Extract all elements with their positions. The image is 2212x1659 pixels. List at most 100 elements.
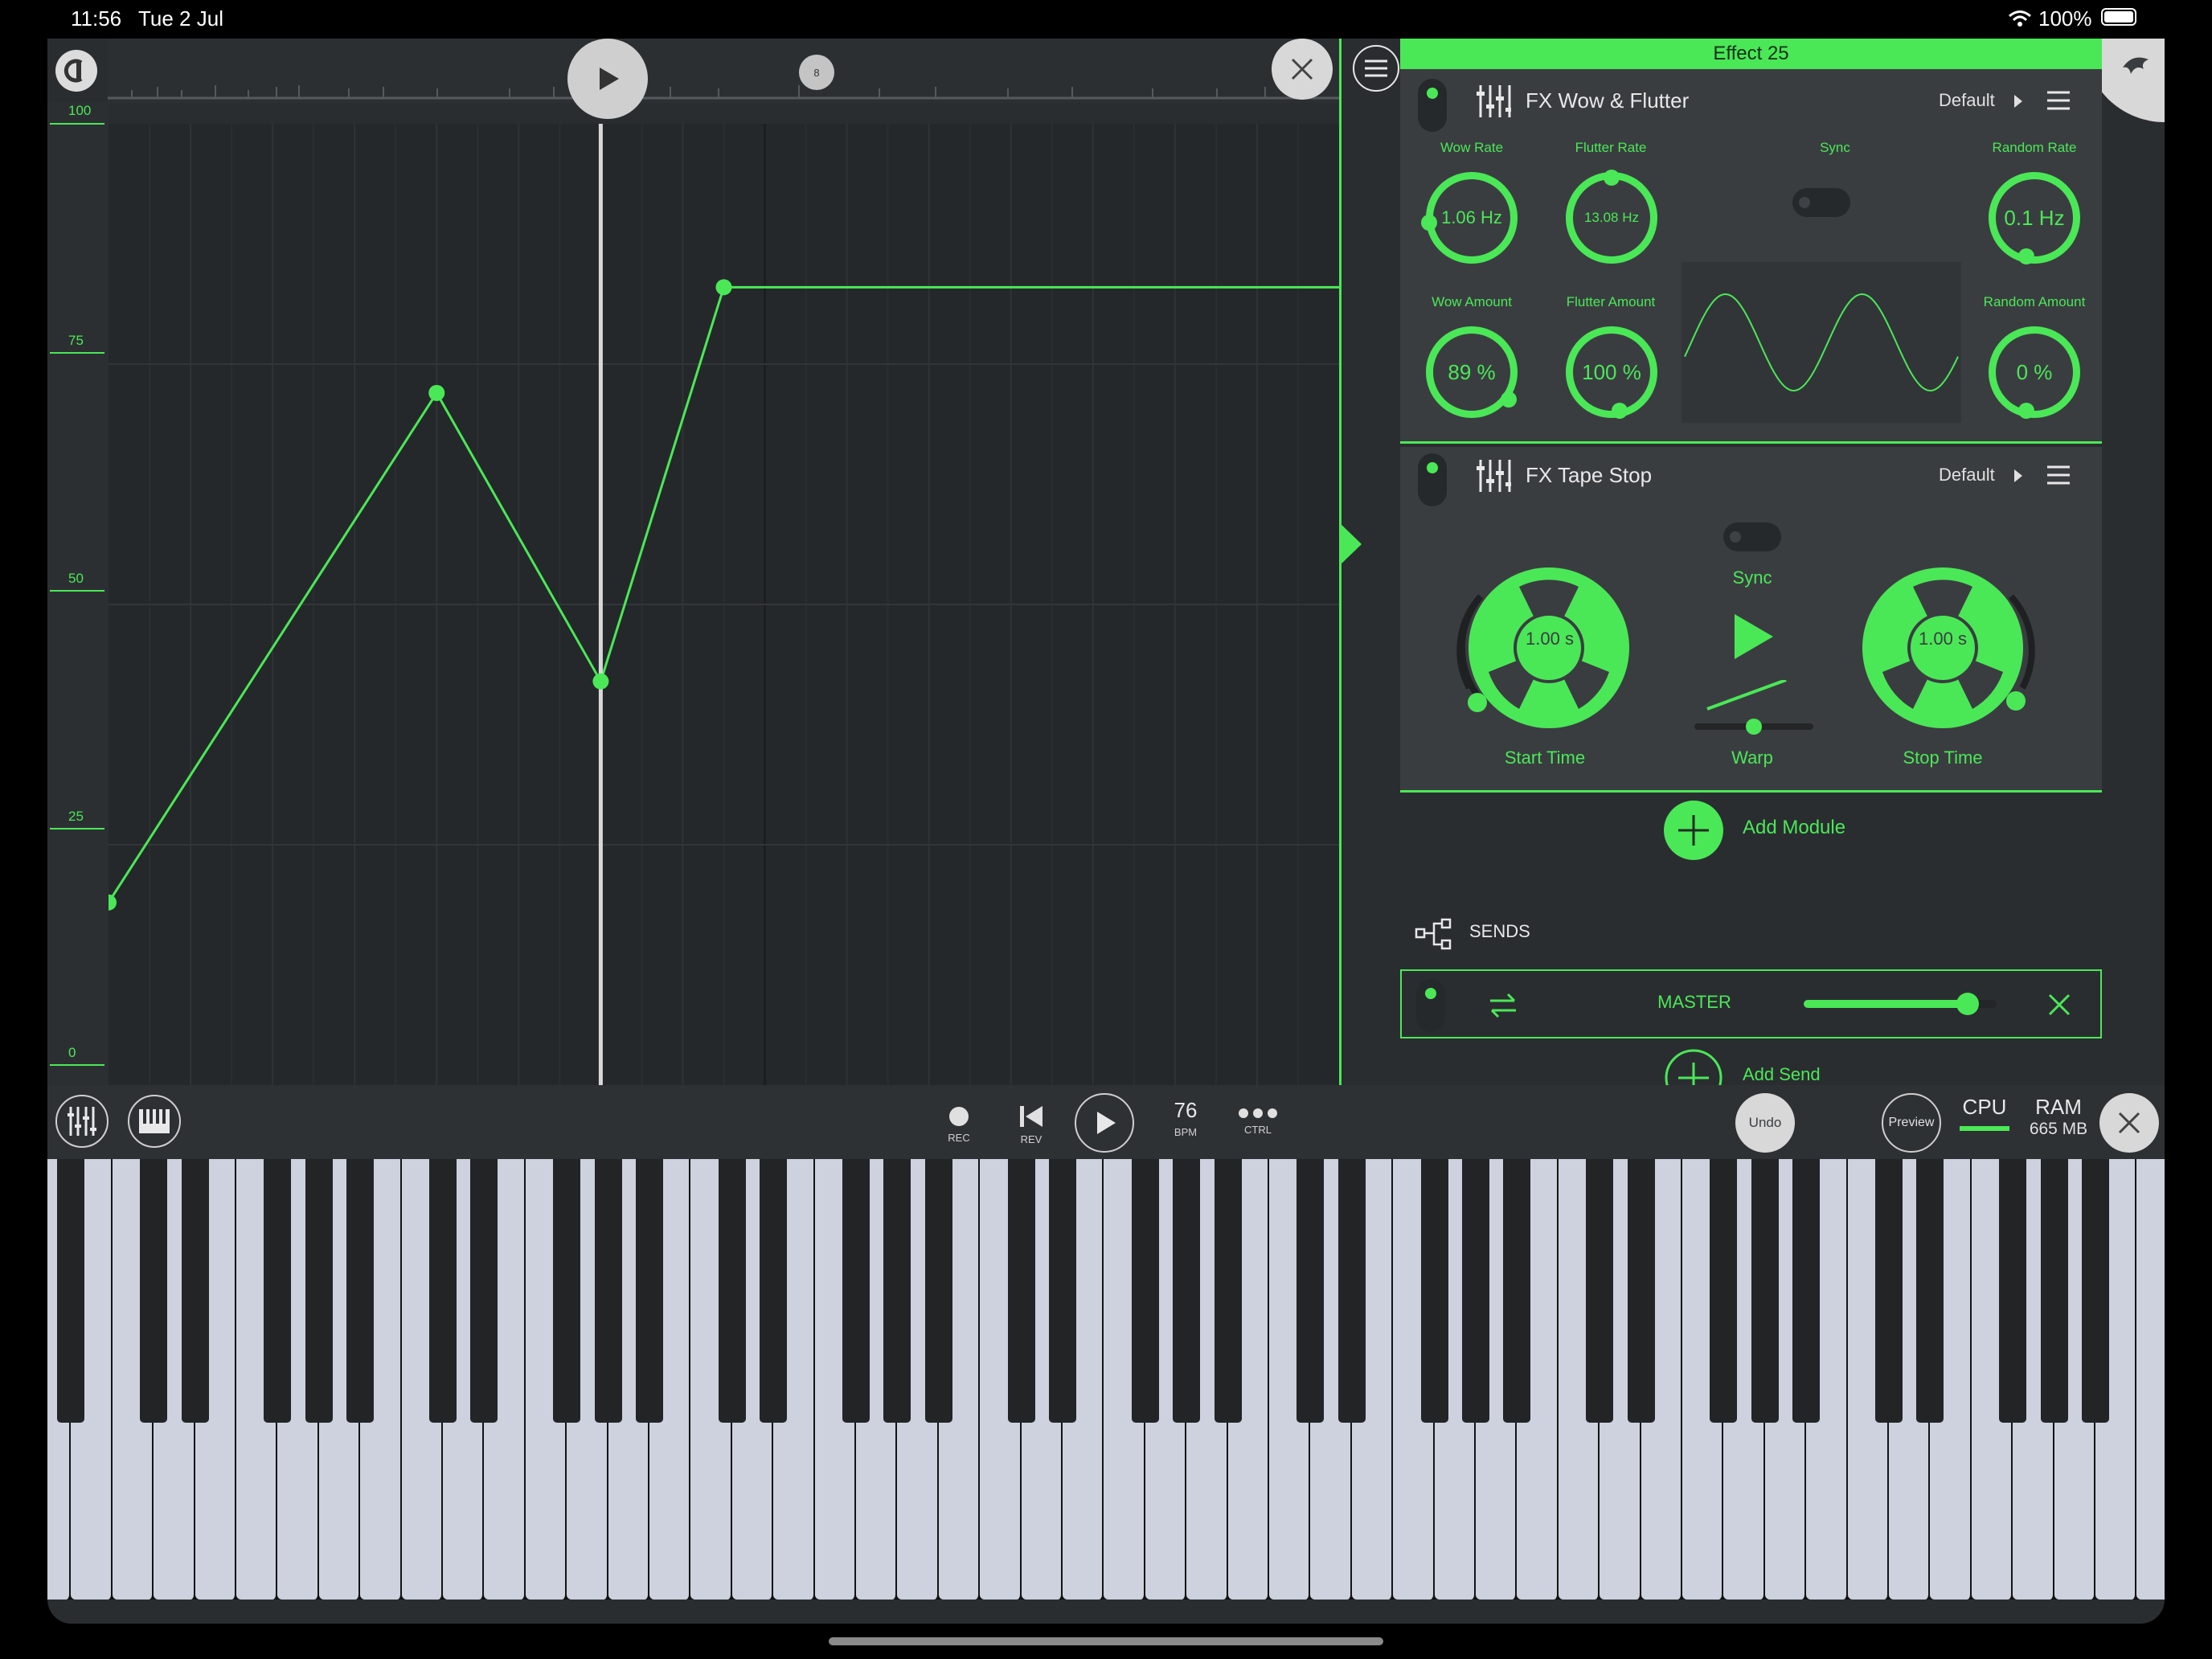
random-amount-knob[interactable]: 0 % [1989,326,2080,419]
automation-grid[interactable] [109,124,1339,1085]
more-dots-icon [1239,1108,1277,1118]
black-key[interactable] [594,1159,622,1423]
black-key[interactable] [1627,1159,1655,1423]
black-key[interactable] [1792,1159,1821,1423]
black-key[interactable] [1131,1159,1159,1423]
timeline-ruler[interactable]: 8 [108,39,1339,103]
mixer-sliders-icon[interactable] [1476,84,1511,119]
piano-roll-button[interactable] [128,1095,181,1148]
close-icon [2118,1112,2140,1134]
swap-arrows-icon[interactable] [1487,992,1519,1019]
scale-label: 100 [68,103,92,118]
rewind-button[interactable]: REV [1007,1104,1055,1145]
module-name: FX Wow & Flutter [1526,88,1690,113]
random-rate-knob[interactable]: 0.1 Hz [1989,172,2080,264]
record-button[interactable]: REC [935,1106,983,1144]
automation-curve[interactable] [109,124,1339,1085]
black-key[interactable] [346,1159,375,1423]
tape-stop-play-icon[interactable] [1731,612,1775,661]
black-key[interactable] [1007,1159,1035,1423]
black-key[interactable] [760,1159,788,1423]
automation-point[interactable] [592,673,609,690]
black-key[interactable] [1875,1159,1903,1423]
black-key[interactable] [1049,1159,1076,1423]
black-key[interactable] [305,1159,333,1423]
preview-button[interactable]: Preview [1882,1093,1941,1153]
black-key[interactable] [181,1159,209,1423]
knob-value: 100 % [1582,359,1641,384]
close-keyboard-button[interactable] [2099,1093,2159,1153]
mixer-sliders-icon[interactable] [1476,458,1511,494]
wow-amount-knob[interactable]: 89 % [1426,326,1518,418]
collapse-panel-arrow-icon[interactable] [1339,522,1362,566]
module-power-toggle[interactable] [1418,453,1447,506]
black-key[interactable] [1296,1159,1325,1423]
black-key[interactable] [429,1159,457,1423]
black-key[interactable] [553,1159,581,1423]
loop-marker[interactable]: 8 [799,55,834,90]
add-module-button[interactable] [1664,801,1723,860]
black-key[interactable] [1999,1159,2027,1423]
hamburger-icon [1365,59,1387,77]
white-key[interactable] [2136,1159,2165,1600]
black-key[interactable] [57,1159,85,1423]
mixer-button[interactable] [55,1095,109,1148]
black-key[interactable] [1420,1159,1448,1423]
black-key[interactable] [1462,1159,1489,1423]
black-key[interactable] [924,1159,952,1423]
add-module-label[interactable]: Add Module [1743,817,1845,839]
black-key[interactable] [1503,1159,1531,1423]
sync-toggle[interactable] [1792,188,1850,217]
black-key[interactable] [842,1159,870,1423]
automation-point[interactable] [428,384,445,401]
close-editor-button[interactable] [1272,39,1333,100]
flutter-amount-knob[interactable]: 100 % [1566,326,1657,419]
tape-sync-toggle[interactable] [1723,522,1781,551]
play-automation-button[interactable] [567,39,648,119]
panel-menu-button[interactable] [1353,45,1399,92]
black-key[interactable] [264,1159,292,1423]
preset-selector[interactable]: Default [1939,90,1995,111]
black-key[interactable] [140,1159,168,1423]
sync-label: Sync [1820,140,1850,155]
tempo-display[interactable]: 76 BPM [1153,1098,1218,1138]
module-menu-icon[interactable] [2046,90,2071,111]
black-key[interactable] [718,1159,746,1423]
black-key[interactable] [2040,1159,2068,1423]
send-power-toggle[interactable] [1416,979,1445,1032]
black-key[interactable] [1214,1159,1242,1423]
remove-send-icon[interactable] [2046,992,2072,1018]
preset-arrow-icon[interactable] [2013,93,2024,109]
transport-play-button[interactable] [1075,1093,1134,1153]
app-logo-button[interactable] [55,50,97,92]
wifi-icon [2009,10,2031,27]
black-key[interactable] [1751,1159,1779,1423]
knob-label: Flutter Amount [1566,294,1656,309]
black-key[interactable] [1916,1159,1944,1423]
controls-button[interactable]: CTRL [1226,1108,1290,1136]
automation-point[interactable] [109,894,117,911]
black-key[interactable] [470,1159,498,1423]
module-power-toggle[interactable] [1418,79,1447,132]
module-menu-icon[interactable] [2046,465,2071,485]
black-key[interactable] [636,1159,663,1423]
wow-rate-knob[interactable]: 1.06 Hz [1421,172,1518,264]
add-send-label[interactable]: Add Send [1743,1064,1821,1085]
black-key[interactable] [1586,1159,1614,1423]
add-send-button[interactable] [1664,1048,1723,1085]
bpm-value: 76 [1174,1098,1198,1122]
preset-selector[interactable]: Default [1939,465,1995,485]
send-level-slider[interactable] [1804,993,1997,1015]
sync-label: Sync [1732,567,1772,588]
undo-button[interactable]: Undo [1735,1093,1795,1153]
piano-keyboard[interactable] [47,1159,2165,1600]
black-key[interactable] [1173,1159,1201,1423]
black-key[interactable] [1710,1159,1738,1423]
black-key[interactable] [883,1159,911,1423]
automation-point[interactable] [715,279,732,296]
black-key[interactable] [2082,1159,2109,1423]
flutter-rate-knob[interactable]: 13.08 Hz [1566,170,1657,264]
warp-curve-slider[interactable] [1690,680,1818,736]
black-key[interactable] [1337,1159,1366,1423]
preset-arrow-icon[interactable] [2013,468,2024,484]
